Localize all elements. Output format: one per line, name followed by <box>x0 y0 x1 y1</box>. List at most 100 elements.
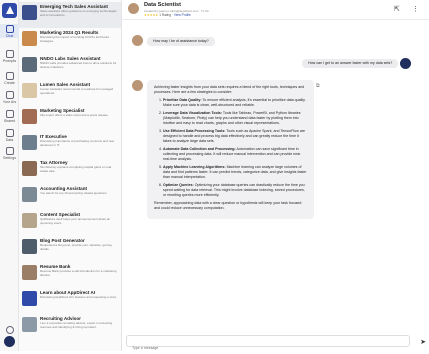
agent-description: Discussing AppDirect AI's features and r… <box>40 295 117 299</box>
agent-list-item[interactable]: Blog Post Generator Requested a blog post… <box>19 236 121 262</box>
chat-icon <box>5 25 14 33</box>
agent-list-item[interactable]: Tax Attorney Tax Attorney explains comple… <box>19 158 121 184</box>
agent-text: Blog Post Generator Requested a blog post… <box>40 238 118 260</box>
rail-settings[interactable]: Settings <box>0 147 19 160</box>
answer-point-title: Apply Machine Learning Algorithms: <box>163 165 226 169</box>
agent-thumbnail <box>22 213 37 228</box>
rail-your-ais[interactable]: Your AIs <box>0 91 19 104</box>
agent-list-item[interactable]: NNDO Labs Sales Assistant NNDO Labs provi… <box>19 54 121 80</box>
rail-create-label: Create <box>4 81 15 85</box>
answer-point-title: Use Efficient Data Processing Tools: <box>163 129 226 133</box>
rail-your-ais-label: Your AIs <box>2 100 17 104</box>
agent-list-item[interactable]: Accounting Assistant You ask AI for top 1… <box>19 184 121 210</box>
more-options-icon[interactable]: ⋮ <box>412 5 419 13</box>
robot-icon <box>5 91 14 99</box>
answer-point: Automate Data Collection and Processing:… <box>163 147 307 162</box>
agent-text: Lumen Sales Assistant Lumen Assistant rec… <box>40 82 118 104</box>
agent-description: Discussing the impact of trending AI KPI… <box>40 35 110 43</box>
gear-icon <box>5 147 14 155</box>
agent-description: Quillfeature itself helps your announcem… <box>40 217 111 225</box>
bot-answer: Achieving faster insights from your data… <box>147 80 314 219</box>
answer-point: Optimize Queries: Optimizing your databa… <box>163 183 307 198</box>
agent-list-item[interactable]: Lumen Sales Assistant Lumen Assistant rec… <box>19 80 121 106</box>
agent-text: Emerging Tech Sales Assistant Sales assis… <box>40 4 118 26</box>
agent-description: Lumen Assistant recommends a roadmap for… <box>40 87 114 95</box>
agent-text: Resume Bank Resume Bank provides a self-i… <box>40 264 118 286</box>
bot-avatar <box>132 80 143 91</box>
agent-thumbnail <box>22 31 37 46</box>
answer-point: Apply Machine Learning Algorithms: Machi… <box>163 165 307 180</box>
agent-text: IT Executive Discussing importance of pur… <box>40 134 118 156</box>
rail-settings-label: Settings <box>3 156 16 160</box>
agent-text: Content Specialist Quillfeature itself he… <box>40 212 118 234</box>
answer-point-title: Prioritize Data Quality: <box>163 98 202 102</box>
user-avatar-chat <box>400 58 411 69</box>
agent-list-item[interactable]: Marketing Specialist Ally expert offers a… <box>19 106 121 132</box>
agent-list-item[interactable]: Emerging Tech Sales Assistant Sales assis… <box>19 2 121 28</box>
agent-description: Ally expert offers a sales script and a … <box>40 113 109 117</box>
rail-chat[interactable]: Chat <box>0 24 19 38</box>
agent-list-item[interactable]: Recruiting Advisor I am a corporate recru… <box>19 314 121 340</box>
rail-shared-label: Shared <box>3 119 16 123</box>
answer-intro: Achieving faster insights from your data… <box>154 85 305 94</box>
agent-list-item[interactable]: Content Specialist Quillfeature itself he… <box>19 210 121 236</box>
agent-list-item[interactable]: IT Executive Discussing importance of pur… <box>19 132 121 158</box>
plus-icon <box>5 72 14 80</box>
agent-avatar <box>128 3 139 14</box>
agent-description: Discussing importance of purchasing conc… <box>40 139 115 147</box>
agent-list-item[interactable]: Learn about AppDirect AI Discussing AppDi… <box>19 288 121 314</box>
answer-point-title: Automate Data Collection and Processing: <box>163 147 236 151</box>
view-profile-link[interactable]: View Profile <box>174 13 191 17</box>
rating-stars: ★★★★★ <box>144 13 159 17</box>
rail-prompts-label: Prompts <box>2 59 17 63</box>
agent-description: I am a corporate recruiting advisor, exp… <box>40 321 113 329</box>
prompts-icon <box>5 50 14 58</box>
chat-panel: Data Scientist Created by jason.e.tobin@… <box>122 0 429 353</box>
agent-description: Resume Bank provides a self-introduction… <box>40 269 117 277</box>
agent-title: Data Scientist <box>144 2 181 8</box>
left-rail: Chat Prompts Create Your AIs Shared Data… <box>0 0 19 351</box>
rail-create[interactable]: Create <box>0 72 19 85</box>
agent-description: Tax Attorney explains completing capital… <box>40 165 112 173</box>
agent-text: Tax Attorney Tax Attorney explains comple… <box>40 160 118 182</box>
rail-shared[interactable]: Shared <box>0 110 19 123</box>
user-avatar[interactable] <box>4 336 15 347</box>
users-icon <box>5 110 14 118</box>
answer-closing: Remember, approaching data with a clear … <box>154 201 302 210</box>
agent-text: Marketing 2024 Q1 Results Discussing the … <box>40 30 118 52</box>
bot-message: How may I be of assistance today? <box>147 37 215 46</box>
answer-point-title: Leverage Data Visualization Tools: <box>163 111 222 115</box>
agent-text: Accounting Assistant You ask AI for top 1… <box>40 186 107 208</box>
rail-data-label: Data <box>5 138 14 142</box>
agent-thumbnail <box>22 187 37 202</box>
agent-thumbnail <box>22 317 37 332</box>
answer-point: Prioritize Data Quality: To ensure effic… <box>163 98 307 108</box>
agent-list-item[interactable]: Resume Bank Resume Bank provides a self-i… <box>19 262 121 288</box>
agent-thumbnail <box>22 57 37 72</box>
agent-text: Learn about AppDirect AI Discussing AppDi… <box>40 290 117 312</box>
app-window: Chat Prompts Create Your AIs Shared Data… <box>0 0 429 353</box>
agent-thumbnail <box>22 265 37 280</box>
agent-thumbnail <box>22 5 37 20</box>
message-input-bar <box>126 335 410 353</box>
bot-avatar <box>132 35 143 46</box>
rail-prompts[interactable]: Prompts <box>0 50 19 63</box>
agent-list-item[interactable]: Marketing 2024 Q1 Results Discussing the … <box>19 28 121 54</box>
message-input[interactable] <box>127 343 409 353</box>
send-icon[interactable]: ➤ <box>420 338 426 346</box>
answer-point-title: Optimize Queries: <box>163 183 194 187</box>
open-external-icon[interactable]: ⇱ <box>394 5 400 13</box>
agent-thumbnail <box>22 161 37 176</box>
chat-header: Data Scientist Created by jason.e.tobin@… <box>122 0 429 20</box>
copy-icon[interactable]: ⧉ <box>316 83 320 89</box>
rating-row: ★★★★★ 1 Rating · View Profile <box>144 13 191 17</box>
agent-thumbnail <box>22 291 37 306</box>
rail-chat-label: Chat <box>5 34 14 38</box>
rail-theme-toggle[interactable] <box>0 326 19 334</box>
sun-icon <box>5 326 14 334</box>
rail-data[interactable]: Data <box>0 129 19 142</box>
agent-thumbnail <box>22 239 37 254</box>
app-logo[interactable] <box>2 3 17 18</box>
rating-count: 1 Rating <box>159 13 172 17</box>
agent-thumbnail <box>22 83 37 98</box>
